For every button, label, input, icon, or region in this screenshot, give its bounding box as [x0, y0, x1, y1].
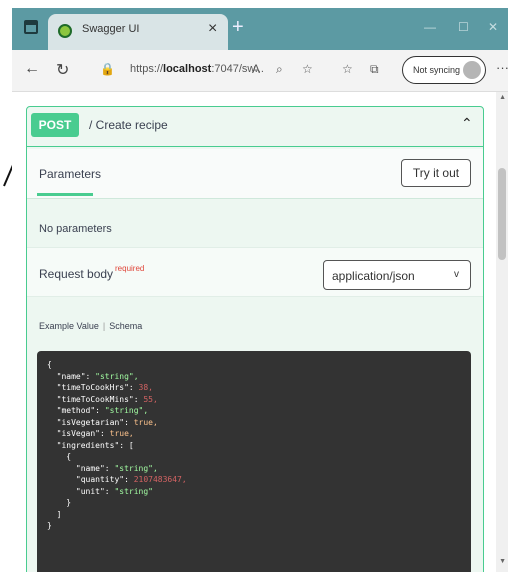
code-line: "timeToCookMins": 55,	[56, 394, 158, 404]
more-options-icon[interactable]: ···	[496, 60, 508, 75]
no-parameters-text: No parameters	[39, 223, 112, 235]
sync-label: Not syncing	[413, 65, 461, 75]
code-line: "quantity": 2107483647,	[75, 475, 187, 484]
site-info-icon[interactable]: 🔒	[100, 62, 115, 76]
favorites-add-icon[interactable]: ☆	[302, 62, 313, 76]
favorites-icon[interactable]: ☆	[342, 62, 353, 76]
content-type-value: application/json	[332, 269, 415, 283]
content-type-select[interactable]: application/json v	[323, 260, 471, 290]
code-line: {	[47, 452, 72, 461]
profile-avatar-icon	[463, 61, 481, 79]
collections-icon[interactable]: ⧉	[370, 62, 379, 77]
code-line: "isVegan": true,	[56, 429, 134, 438]
code-line: "name": "string",	[56, 371, 139, 381]
browser-window: Swagger UI × + — ☐ ✕ ← ↻ 🔒 https://local…	[0, 0, 508, 572]
example-tabs: Example Value | Schema	[39, 321, 143, 331]
browser-tab[interactable]: Swagger UI ×	[48, 14, 228, 50]
page-content: POST / Create recipe ⌃ Parameters Try it…	[12, 92, 508, 572]
method-badge: POST	[31, 113, 79, 137]
tab-parameters[interactable]: Parameters	[39, 167, 101, 181]
operation-path: / Create recipe	[89, 118, 168, 132]
tab-schema[interactable]: Schema	[109, 321, 142, 331]
maximize-icon[interactable]: ☐	[458, 20, 469, 34]
request-body-title: Request body	[39, 267, 114, 281]
address-bar: ← ↻ 🔒 https://localhost:7047/sw... A ⌕ ☆…	[12, 50, 508, 92]
back-icon[interactable]: ←	[24, 60, 40, 78]
window-menu-icon[interactable]	[24, 20, 38, 34]
chevron-down-icon: v	[454, 269, 459, 280]
close-tab-icon[interactable]: ×	[208, 20, 217, 38]
scrollbar-thumb[interactable]	[498, 168, 506, 260]
swagger-favicon-icon	[58, 24, 72, 38]
tab-example-value[interactable]: Example Value	[39, 321, 99, 331]
read-aloud-icon[interactable]: A	[252, 62, 260, 76]
scroll-down-icon[interactable]: ▼	[499, 558, 506, 565]
refresh-icon[interactable]: ↻	[56, 60, 69, 80]
operation-block-post: POST / Create recipe ⌃ Parameters Try it…	[26, 106, 484, 572]
parameters-header: Parameters Try it out	[27, 149, 483, 199]
required-badge: required	[115, 264, 145, 273]
url-host: localhost	[163, 63, 212, 75]
collapse-chevron-icon[interactable]: ⌃	[461, 115, 473, 132]
code-line: {	[47, 360, 52, 369]
active-tab-indicator	[37, 193, 93, 196]
code-line: "name": "string",	[75, 463, 158, 473]
code-line: "method": "string",	[56, 406, 149, 415]
scroll-up-icon[interactable]: ▲	[499, 94, 506, 101]
code-line: }	[47, 521, 52, 530]
minimize-icon[interactable]: —	[424, 20, 436, 34]
tab-title: Swagger UI	[82, 23, 140, 35]
code-line: "ingredients": [	[56, 440, 134, 450]
try-it-out-button[interactable]: Try it out	[401, 159, 471, 187]
close-window-icon[interactable]: ✕	[488, 20, 498, 34]
code-line: "unit": "string"	[75, 486, 153, 496]
example-json-code: { "name": "string", "timeToCookHrs": 38,…	[37, 351, 471, 572]
title-bar: Swagger UI × + — ☐ ✕	[12, 8, 508, 50]
code-line: ]	[47, 509, 62, 519]
new-tab-button[interactable]: +	[232, 17, 244, 37]
code-line: }	[47, 498, 72, 507]
code-line: "timeToCookHrs": 38,	[56, 383, 153, 392]
operation-summary[interactable]: POST / Create recipe ⌃	[27, 107, 483, 147]
sync-button[interactable]: Not syncing	[402, 56, 486, 84]
url-prefix: https://	[130, 63, 164, 75]
request-body-header: Request body required application/json v	[27, 247, 483, 297]
zoom-icon[interactable]: ⌕	[276, 62, 283, 77]
code-line: "isVegetarian": true,	[56, 417, 158, 427]
url-field[interactable]: https://localhost:7047/sw...	[130, 63, 264, 75]
scrollbar[interactable]: ▲ ▼	[496, 92, 508, 572]
